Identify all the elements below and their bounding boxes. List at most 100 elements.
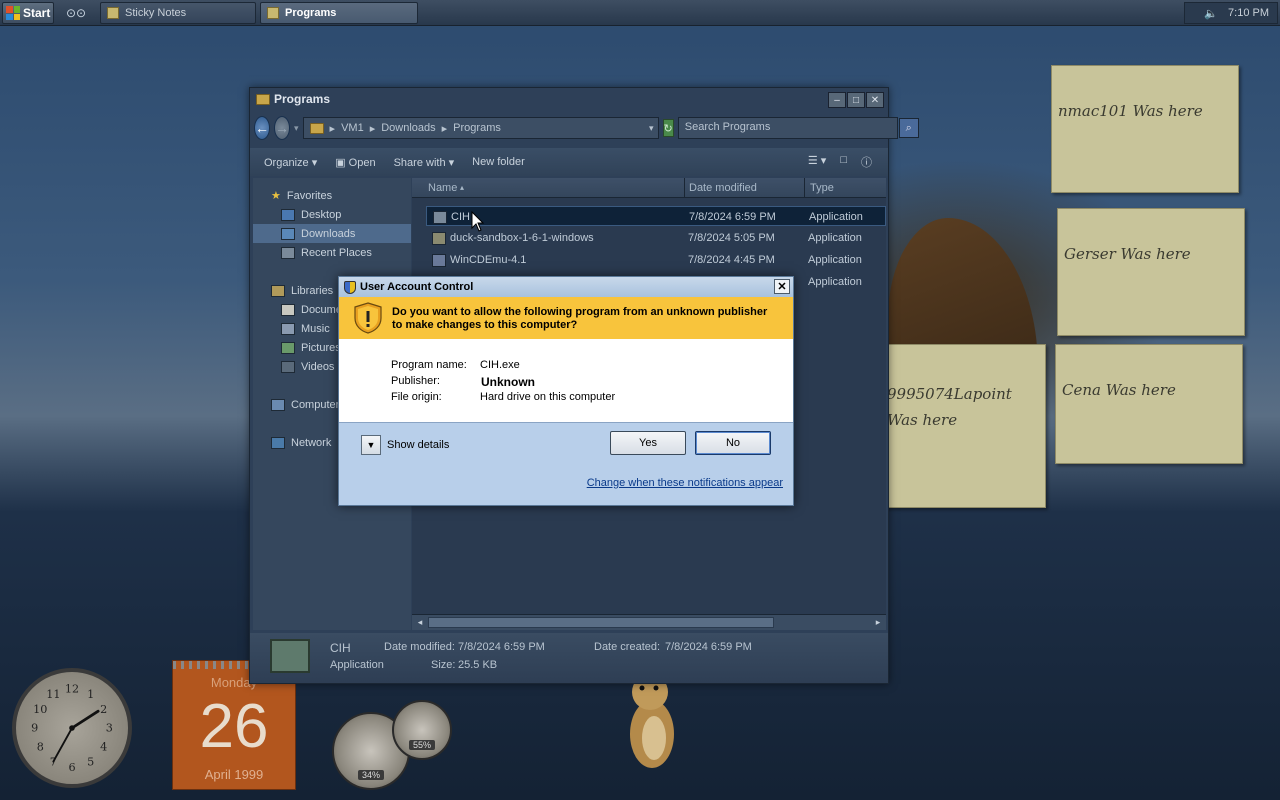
nav-label: Pictures	[301, 341, 341, 354]
change-notifications-link[interactable]: Change when these notifications appear	[587, 477, 783, 489]
svg-text:9: 9	[31, 722, 38, 735]
svg-text:11: 11	[46, 688, 60, 701]
scrollbar-thumb[interactable]	[428, 617, 774, 628]
yes-button[interactable]: Yes	[610, 431, 686, 455]
application-icon	[432, 232, 446, 245]
organize-button[interactable]: Organize ▾	[264, 156, 317, 169]
minimize-button[interactable]: –	[828, 92, 846, 108]
detail-date-created-label: Date created:	[594, 641, 661, 653]
no-button[interactable]: No	[695, 431, 771, 455]
svg-text:2: 2	[100, 703, 107, 716]
taskbar-item-sticky-notes[interactable]: Sticky Notes	[100, 2, 256, 24]
recent-pages-dropdown[interactable]: ▾	[294, 123, 299, 134]
maximize-button[interactable]: □	[847, 92, 865, 108]
preview-pane-icon[interactable]: □	[840, 154, 847, 170]
search-input[interactable]: Search Programs ⌕	[677, 117, 919, 139]
sticky-note[interactable]: Cena Was here	[1055, 344, 1243, 464]
ram-meter-gadget: 55%	[392, 700, 452, 760]
horizontal-scrollbar[interactable]: ◂ ▸	[412, 614, 886, 630]
close-button[interactable]: ✕	[774, 279, 790, 294]
file-row[interactable]: WinCDEmu-4.1 7/8/2024 4:45 PM Applicatio…	[426, 250, 886, 270]
address-dropdown-icon[interactable]: ▾	[649, 123, 654, 134]
breadcrumb-separator: ▸	[369, 122, 376, 135]
file-date: 7/8/2024 5:05 PM	[688, 232, 775, 244]
navigation-bar: ← → ▾ ▸ VM1 ▸ Downloads ▸ Programs ▾ ↻ S…	[254, 114, 919, 142]
program-name-label: Program name:	[391, 359, 467, 371]
clock-gadget: 1212 345 678 91011	[12, 668, 132, 788]
svg-text:3: 3	[106, 722, 113, 735]
detail-date-modified: 7/8/2024 6:59 PM	[458, 641, 545, 653]
nav-label: Desktop	[301, 208, 342, 221]
file-type: Application	[808, 276, 862, 288]
svg-text:6: 6	[68, 761, 75, 774]
help-icon[interactable]: ⓘ	[861, 154, 872, 170]
nav-label: Downloads	[301, 227, 356, 240]
uac-question: Do you want to allow the following progr…	[392, 306, 768, 331]
scroll-left-icon[interactable]: ◂	[413, 616, 427, 629]
file-row[interactable]: duck-sandbox-1-6-1-windows 7/8/2024 5:05…	[426, 228, 886, 248]
nav-label: Computer	[291, 398, 340, 411]
view-options-icon[interactable]: ☰ ▾	[808, 154, 826, 170]
column-name-header[interactable]: Name	[428, 182, 457, 194]
nav-label: Videos	[301, 360, 335, 373]
clock-face-icon: 1212 345 678 91011	[31, 683, 113, 774]
folder-icon	[256, 93, 270, 105]
start-button[interactable]: Start	[2, 2, 54, 24]
breadcrumb-item[interactable]: Programs	[453, 122, 501, 134]
taskbar-item-label: Programs	[285, 7, 337, 19]
open-button[interactable]: ▣ Open	[335, 156, 375, 169]
detail-date-modified-label: Date modified:	[384, 641, 455, 653]
window-title-text: Programs	[274, 92, 331, 106]
address-bar[interactable]: ▸ VM1 ▸ Downloads ▸ Programs ▾	[302, 117, 659, 139]
windows-flag-icon	[6, 6, 20, 20]
show-desktop-icon[interactable]: ⊙⊙	[66, 6, 92, 20]
svg-text:12: 12	[65, 683, 79, 696]
desktop-icon	[281, 208, 295, 221]
breadcrumb-item[interactable]: VM1	[341, 122, 364, 134]
new-folder-button[interactable]: New folder	[472, 156, 525, 168]
file-row[interactable]: CIH 7/8/2024 6:59 PM Application	[426, 206, 886, 226]
nav-desktop[interactable]: Desktop	[253, 205, 411, 224]
scroll-right-icon[interactable]: ▸	[871, 616, 885, 629]
dialog-footer: ▼ Show details Yes No Change when these …	[339, 422, 793, 505]
forward-button[interactable]: →	[274, 116, 290, 140]
tray-clock[interactable]: 7:10 PM	[1228, 7, 1269, 19]
nav-favorites[interactable]: ★ Favorites	[253, 186, 411, 205]
column-date-header[interactable]: Date modified	[689, 182, 757, 194]
detail-size-label: Size:	[431, 659, 456, 671]
sort-ascending-icon: ▴	[460, 183, 465, 192]
nav-label: Network	[291, 436, 332, 449]
sticky-note[interactable]: nmac101 Was here	[1051, 65, 1239, 193]
videos-icon	[281, 360, 295, 373]
search-icon[interactable]: ⌕	[898, 118, 919, 138]
detail-kind: Application	[330, 659, 384, 671]
breadcrumb-item[interactable]: Downloads	[381, 122, 435, 134]
calendar-month: April 1999	[204, 767, 264, 782]
taskbar-item-programs[interactable]: Programs	[260, 2, 418, 24]
show-details-toggle[interactable]: ▼ Show details	[361, 435, 449, 455]
file-date: 7/8/2024 4:45 PM	[688, 254, 775, 266]
taskbar: Start ⊙⊙ Sticky Notes Programs 🔈 7:10 PM	[0, 0, 1280, 26]
back-button[interactable]: ←	[254, 116, 270, 140]
ram-meter-value: 55%	[408, 740, 436, 750]
breadcrumb-separator: ▸	[441, 122, 448, 135]
documents-icon	[281, 303, 295, 316]
volume-icon[interactable]: 🔈	[1204, 7, 1218, 20]
nav-label: Recent Places	[301, 246, 372, 259]
nav-label: Music	[301, 322, 330, 335]
nav-downloads[interactable]: Downloads	[253, 224, 411, 243]
close-button[interactable]: ✕	[866, 92, 884, 108]
share-with-button[interactable]: Share with ▾	[394, 156, 455, 169]
network-icon	[271, 436, 285, 449]
nav-recent-places[interactable]: Recent Places	[253, 243, 411, 262]
refresh-button[interactable]: ↻	[662, 119, 674, 137]
column-headers: Name ▴ Date modified Type	[412, 178, 886, 198]
svg-text:1: 1	[87, 688, 94, 701]
file-type: Application	[809, 211, 863, 223]
sticky-note[interactable]: 9995074Lapoint Was here	[880, 344, 1046, 508]
computer-icon	[271, 398, 285, 411]
column-type-header[interactable]: Type	[810, 182, 834, 194]
sticky-note[interactable]: Gerser Was here	[1057, 208, 1245, 336]
file-type: Application	[808, 232, 862, 244]
start-label: Start	[23, 6, 51, 20]
